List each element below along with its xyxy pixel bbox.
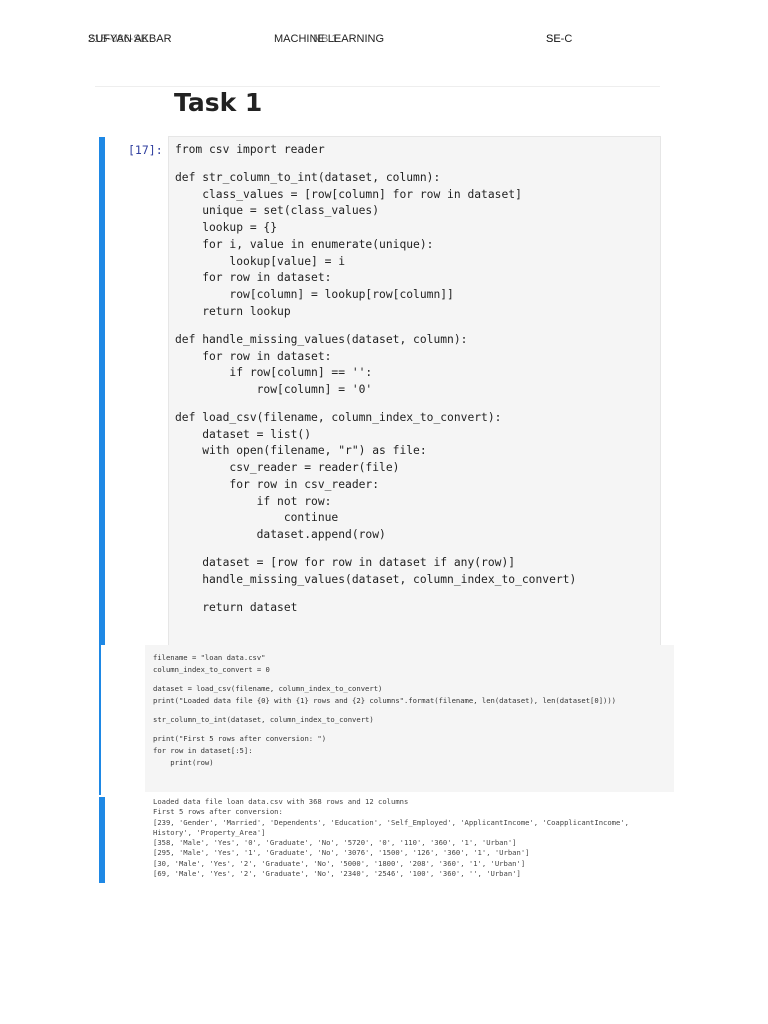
cell-prompt: [17]: <box>128 143 163 157</box>
code-cell-2[interactable]: filename = "loan data.csv" column_index_t… <box>145 645 674 792</box>
code-line: History', 'Property_Area'] <box>153 827 266 837</box>
header-name-overlap: 21B-086-SE <box>88 33 148 45</box>
code-line: row[column] = '0' <box>175 382 373 396</box>
code-line: from csv import reader <box>175 143 325 156</box>
code-line: return dataset <box>175 600 298 614</box>
code-line: for row in dataset: <box>175 349 332 363</box>
code-line: str_column_to_int(dataset, column_index_… <box>153 715 374 724</box>
code-line: column_index_to_convert = 0 <box>153 664 270 674</box>
code-line: lookup = {} <box>175 221 278 235</box>
code-line: def str_column_to_int(dataset, column): <box>175 171 441 185</box>
code-line: unique = set(class_values) <box>175 204 380 218</box>
header-section-overlap: SE <box>546 33 561 45</box>
code-line: for row in dataset: <box>175 271 332 285</box>
output-bar <box>99 797 105 883</box>
code-line: csv_reader = reader(file) <box>175 461 400 475</box>
code-line: handle_missing_values(dataset, column_in… <box>175 572 577 586</box>
cell-bar <box>99 645 101 795</box>
divider <box>95 86 660 87</box>
code-line: def load_csv(filename, column_index_to_c… <box>175 410 502 424</box>
code-cell[interactable]: from csv import reader def str_column_to_… <box>168 136 661 646</box>
code-line: print("First 5 rows after conversion: ") <box>153 734 327 744</box>
code-line: [358, 'Male', 'Yes', '0', 'Graduate', 'N… <box>153 838 517 848</box>
code-line: First 5 rows after conversion: <box>153 807 283 817</box>
code-line: print(row) <box>153 757 214 767</box>
code-text[interactable]: from csv import reader def str_column_to_… <box>169 137 660 616</box>
code-line: [69, 'Male', 'Yes', '2', 'Graduate', 'No… <box>153 869 521 879</box>
code-line: [295, 'Male', 'Yes', '1', 'Graduate', 'N… <box>153 848 530 858</box>
code-line: [239, 'Gender', 'Married', 'Dependents',… <box>153 817 629 827</box>
code-line: filename = "loan data.csv" <box>153 653 266 662</box>
code-line: dataset = load_csv(filename, column_inde… <box>153 684 383 693</box>
code-line: for i, value in enumerate(unique): <box>175 237 434 251</box>
code-line: Loaded data file loan data.csv with 368 … <box>153 797 409 806</box>
code-line: lookup[value] = i <box>175 254 346 268</box>
header-course-overlap: NB 1 <box>313 33 338 45</box>
code-line: dataset = list() <box>175 427 312 441</box>
code-line: if row[column] == '': <box>175 366 373 380</box>
output-area: Loaded data file loan data.csv with 368 … <box>153 797 678 879</box>
code-line: class_values = [row[column] for row in d… <box>175 187 522 201</box>
code-line: dataset.append(row) <box>175 527 386 541</box>
page-title: Task 1 <box>174 88 263 117</box>
output-text: Loaded data file loan data.csv with 368 … <box>153 797 678 879</box>
code-line: return lookup <box>175 304 291 318</box>
code-line: dataset = [row for row in dataset if any… <box>175 556 516 569</box>
code-text[interactable]: filename = "loan data.csv" column_index_t… <box>145 645 674 769</box>
code-line: print("Loaded data file {0} with {1} row… <box>153 695 617 705</box>
code-line: [30, 'Male', 'Yes', '2', 'Graduate', 'No… <box>153 858 526 868</box>
code-line: def handle_missing_values(dataset, colum… <box>175 332 468 346</box>
code-line: if not row: <box>175 494 332 508</box>
cell-selection-bar <box>99 137 105 645</box>
code-line: continue <box>175 511 339 525</box>
code-line: with open(filename, "r") as file: <box>175 444 427 458</box>
code-line: row[column] = lookup[row[column]] <box>175 288 454 302</box>
code-line: for row in csv_reader: <box>175 477 380 491</box>
code-line: for row in dataset[:5]: <box>153 746 253 755</box>
